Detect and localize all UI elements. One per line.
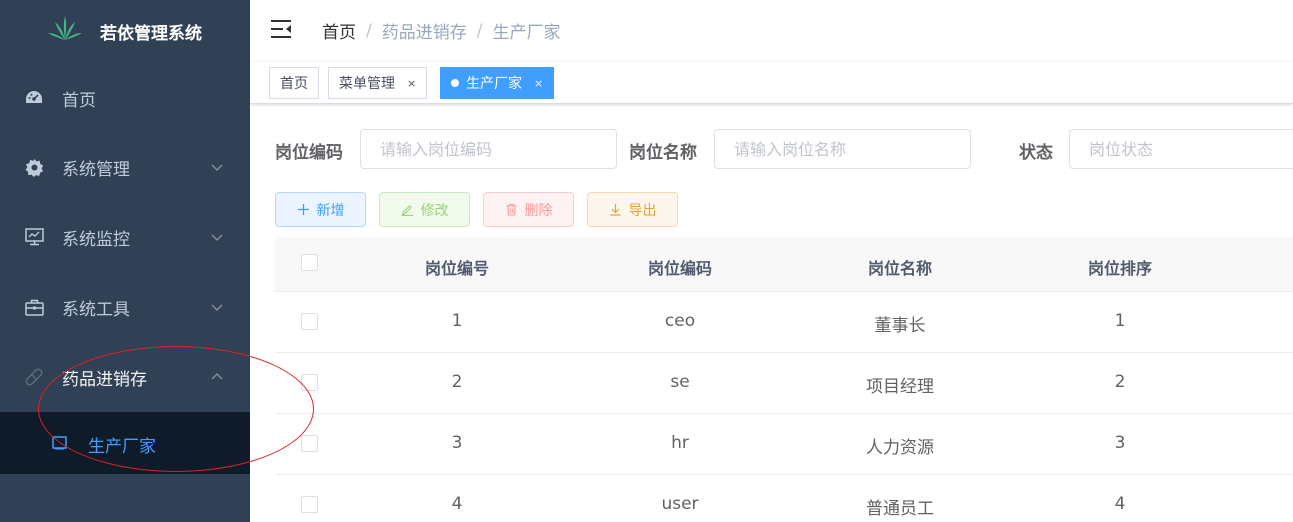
plus-icon xyxy=(297,203,310,216)
sidebar-item-tools[interactable]: 系统工具 xyxy=(0,279,250,335)
cell-post-id: 1 xyxy=(451,311,463,331)
pill-icon xyxy=(24,367,44,387)
tag-label: 生产厂家 xyxy=(466,76,522,92)
sidebar-item-label: 系统工具 xyxy=(62,299,130,320)
cell-post-sort: 3 xyxy=(1114,433,1126,453)
logo[interactable]: 若依管理系统 xyxy=(0,0,250,60)
cell-post-name: 普通员工 xyxy=(866,499,934,519)
edit-button[interactable]: 修改 xyxy=(379,192,470,227)
gear-icon xyxy=(24,157,44,177)
toolbox-icon xyxy=(24,297,44,317)
tag-home[interactable]: 首页 xyxy=(269,67,319,99)
close-icon[interactable]: × xyxy=(534,77,543,90)
cell-post-id: 2 xyxy=(451,372,463,392)
chevron-down-icon xyxy=(211,304,223,311)
dashboard-icon xyxy=(24,88,44,108)
hamburger-icon[interactable] xyxy=(270,18,292,40)
post-name-label: 岗位名称 xyxy=(629,143,697,163)
add-button[interactable]: 新增 xyxy=(275,192,366,227)
select-all-checkbox[interactable] xyxy=(301,254,318,271)
sidebar-item-label: 药品进销存 xyxy=(62,369,147,390)
chevron-down-icon xyxy=(211,234,223,241)
trash-icon xyxy=(505,203,518,216)
cell-post-id: 4 xyxy=(451,494,463,514)
sidebar-subitem-label: 生产厂家 xyxy=(88,437,156,457)
square-icon xyxy=(52,436,67,450)
column-header-post-id[interactable]: 岗位编号 xyxy=(425,255,489,279)
breadcrumb-item-home[interactable]: 首页 xyxy=(322,18,356,43)
cell-post-code: ceo xyxy=(664,311,696,331)
row-checkbox[interactable] xyxy=(301,496,318,513)
status-label: 状态 xyxy=(1019,143,1053,163)
cell-post-name: 项目经理 xyxy=(866,377,934,397)
tag-menu-management[interactable]: 菜单管理 × xyxy=(328,67,428,99)
column-header-post-sort[interactable]: 岗位排序 xyxy=(1088,255,1152,279)
delete-button[interactable]: 删除 xyxy=(483,192,574,227)
table-row[interactable]: 3 hr 人力资源 3 xyxy=(275,414,1293,475)
cell-post-code: hr xyxy=(671,433,689,453)
breadcrumb-separator: / xyxy=(476,20,483,41)
cell-post-code: se xyxy=(670,372,690,392)
post-code-input[interactable] xyxy=(360,129,617,169)
delete-button-label: 删除 xyxy=(524,202,553,219)
cell-post-sort: 2 xyxy=(1114,372,1126,392)
table-row[interactable]: 2 se 项目经理 2 xyxy=(275,353,1293,414)
row-checkbox[interactable] xyxy=(301,435,318,452)
cell-post-name: 董事长 xyxy=(874,316,926,336)
breadcrumb: 首页 / 药品进销存 / 生产厂家 xyxy=(322,18,561,44)
breadcrumb-item-current: 生产厂家 xyxy=(492,23,561,43)
logo-icon xyxy=(48,16,82,40)
row-checkbox[interactable] xyxy=(301,313,318,330)
post-name-input[interactable] xyxy=(714,129,971,169)
cell-post-code: user xyxy=(661,494,699,514)
sidebar-subitem-manufacturer[interactable]: 生产厂家 xyxy=(0,412,250,474)
download-icon xyxy=(609,203,622,216)
cell-post-name: 人力资源 xyxy=(866,438,934,458)
breadcrumb-separator: / xyxy=(366,20,372,41)
sidebar: 若依管理系统 首页 系统管理 系统监控 系统工具 药品进销存 生产厂家 xyxy=(0,0,250,522)
chevron-up-icon xyxy=(211,373,223,380)
breadcrumb-item-drugs: 药品进销存 xyxy=(381,23,467,43)
cell-post-id: 3 xyxy=(451,433,463,453)
cell-post-sort: 4 xyxy=(1114,494,1126,514)
export-button[interactable]: 导出 xyxy=(587,192,678,227)
close-icon[interactable]: × xyxy=(407,77,416,90)
table-row[interactable]: 1 ceo 董事长 1 xyxy=(275,292,1293,353)
submenu: 生产厂家 xyxy=(0,412,250,474)
sidebar-item-label: 系统监控 xyxy=(62,229,130,250)
edit-icon xyxy=(401,203,414,216)
sidebar-item-home[interactable]: 首页 xyxy=(0,70,250,126)
tag-manufacturer[interactable]: 生产厂家 × xyxy=(440,67,555,99)
status-select[interactable] xyxy=(1069,129,1293,169)
add-button-label: 新增 xyxy=(316,202,345,219)
sidebar-item-monitor[interactable]: 系统监控 xyxy=(0,209,250,265)
navbar: 首页 / 药品进销存 / 生产厂家 xyxy=(250,0,1293,60)
table-header: 岗位编号 岗位编码 岗位名称 岗位排序 xyxy=(275,237,1293,292)
post-code-label: 岗位编码 xyxy=(275,143,343,163)
tag-label: 首页 xyxy=(280,76,308,92)
sidebar-item-label: 首页 xyxy=(62,90,96,111)
app-title: 若依管理系统 xyxy=(100,24,202,44)
column-header-post-name[interactable]: 岗位名称 xyxy=(868,255,932,279)
cell-post-sort: 1 xyxy=(1114,311,1126,331)
tag-label: 菜单管理 xyxy=(339,76,395,92)
sidebar-item-label: 系统管理 xyxy=(62,159,130,180)
active-dot-icon xyxy=(451,79,459,87)
row-checkbox[interactable] xyxy=(301,374,318,391)
sidebar-item-drugs[interactable]: 药品进销存 xyxy=(0,349,250,405)
app-root: 若依管理系统 首页 系统管理 系统监控 系统工具 药品进销存 生产厂家 首页 /… xyxy=(0,0,1293,522)
tags-view: 首页 菜单管理 × 生产厂家 × xyxy=(250,62,1293,104)
monitor-icon xyxy=(24,227,44,247)
sidebar-item-system[interactable]: 系统管理 xyxy=(0,139,250,195)
table-row[interactable]: 4 user 普通员工 4 xyxy=(275,475,1293,522)
export-button-label: 导出 xyxy=(628,202,657,219)
edit-button-label: 修改 xyxy=(420,202,449,219)
column-header-post-code[interactable]: 岗位编码 xyxy=(648,255,712,279)
chevron-down-icon xyxy=(211,164,223,171)
